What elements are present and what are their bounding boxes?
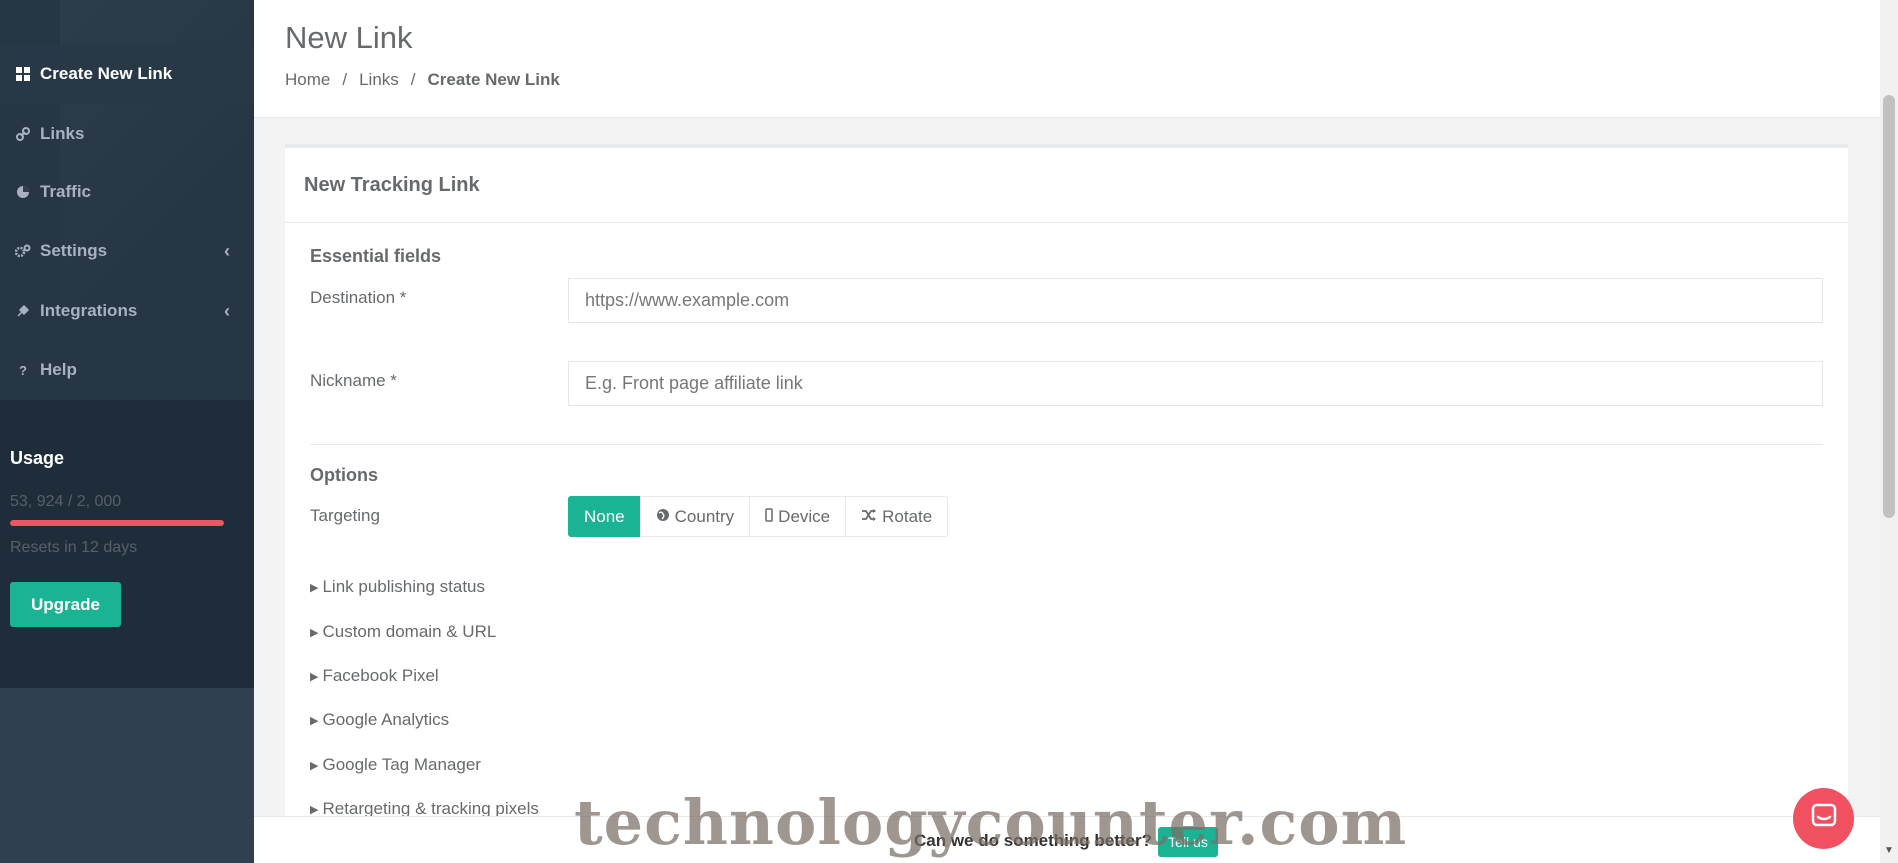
- collapse-google-analytics[interactable]: ▶ Google Analytics: [310, 710, 449, 730]
- collapse-label: Google Tag Manager: [322, 755, 481, 774]
- question-icon: ?: [19, 362, 27, 378]
- breadcrumb-separator: /: [410, 70, 416, 89]
- page-header: New Link Home / Links / Create New Link: [254, 0, 1880, 118]
- usage-count: 53, 924 / 2, 000: [10, 493, 122, 510]
- mobile-phone-icon: [765, 507, 773, 527]
- usage-resets-text: Resets in 12 days: [10, 539, 138, 556]
- collapse-label: Facebook Pixel: [322, 666, 439, 685]
- sidebar-item-integrations[interactable]: Integrations ‹: [0, 282, 254, 340]
- options-heading: Options: [310, 465, 378, 485]
- sidebar-item-label: Create New Link: [40, 64, 173, 83]
- usage-title: Usage: [10, 448, 65, 468]
- destination-label: Destination *: [310, 288, 407, 307]
- link-icon: [12, 127, 34, 141]
- usage-panel: Usage 53, 924 / 2, 000 Resets in 12 days…: [0, 400, 254, 688]
- button-label: None: [584, 506, 625, 526]
- sidebar-item-traffic[interactable]: Traffic: [0, 163, 254, 221]
- collapse-google-tag-manager[interactable]: ▶ Google Tag Manager: [310, 755, 481, 775]
- button-label: Country: [674, 506, 735, 526]
- collapse-label: Link publishing status: [322, 577, 486, 596]
- collapse-facebook-pixel[interactable]: ▶ Facebook Pixel: [310, 666, 439, 686]
- breadcrumb-home-link[interactable]: Home: [285, 70, 330, 90]
- sidebar-item-create-new-link[interactable]: Create New Link: [0, 45, 254, 103]
- main-content: New Link Home / Links / Create New Link …: [254, 0, 1880, 863]
- page-title: New Link: [285, 20, 413, 55]
- sidebar-item-label: Settings: [40, 241, 108, 260]
- pie-chart-icon: [12, 185, 34, 199]
- plug-icon: [12, 304, 34, 318]
- button-label: Rotate: [882, 506, 933, 526]
- usage-progress-fill: [10, 520, 224, 526]
- tracking-link-panel: New Tracking Link Essential fields Desti…: [285, 144, 1848, 863]
- breadcrumb-links-link[interactable]: Links: [359, 70, 399, 90]
- targeting-device-button[interactable]: Device: [749, 496, 847, 537]
- caret-right-icon: ▶: [310, 714, 319, 727]
- section-divider: [310, 444, 1823, 445]
- chevron-left-icon: ‹: [224, 300, 230, 321]
- destination-input[interactable]: https://www.example.com: [568, 278, 1823, 323]
- essential-fields-heading: Essential fields: [310, 246, 442, 266]
- scrollbar-thumb[interactable]: [1883, 95, 1895, 518]
- sidebar-nav: Create New Link Links Traffic Settings ‹: [0, 0, 254, 400]
- breadcrumb-separator: /: [342, 70, 348, 89]
- breadcrumb: Home / Links / Create New Link: [285, 70, 560, 90]
- collapse-label: Google Analytics: [322, 710, 450, 729]
- chevron-left-icon: ‹: [224, 240, 230, 261]
- watermark: technologycounter.com: [574, 786, 1408, 859]
- caret-right-icon: ▶: [310, 581, 319, 594]
- nickname-input[interactable]: E.g. Front page affiliate link: [568, 361, 1823, 406]
- button-label: Device: [778, 506, 831, 526]
- nickname-label: Nickname *: [310, 371, 397, 390]
- caret-right-icon: ▶: [310, 759, 319, 772]
- sidebar-item-label: Help: [40, 360, 77, 379]
- chat-icon: [1810, 802, 1838, 835]
- targeting-none-button[interactable]: None: [568, 496, 641, 537]
- caret-right-icon: ▶: [310, 803, 319, 816]
- scrollbar[interactable]: ▼: [1880, 0, 1898, 863]
- scroll-down-arrow-icon[interactable]: ▼: [1884, 845, 1894, 856]
- sidebar-item-links[interactable]: Links: [0, 105, 254, 163]
- grid-icon: [12, 67, 34, 81]
- targeting-label: Targeting: [310, 506, 380, 525]
- sidebar-item-label: Traffic: [40, 182, 92, 201]
- sidebar: Create New Link Links Traffic Settings ‹: [0, 0, 254, 863]
- sidebar-item-label: Links: [40, 124, 85, 143]
- usage-progress-bar: [10, 520, 224, 526]
- targeting-rotate-button[interactable]: Rotate: [845, 496, 949, 537]
- sidebar-item-label: Integrations: [40, 301, 138, 320]
- collapse-label: Custom domain & URL: [322, 622, 497, 641]
- targeting-country-button[interactable]: Country: [639, 496, 751, 537]
- globe-icon: [656, 507, 670, 527]
- targeting-button-group: None Country Device Rotate: [568, 496, 949, 537]
- breadcrumb-current: Create New Link: [427, 70, 560, 89]
- caret-right-icon: ▶: [310, 670, 319, 683]
- chat-launcher-button[interactable]: [1793, 788, 1854, 849]
- panel-title: New Tracking Link: [285, 148, 1848, 223]
- collapse-link-publishing-status[interactable]: ▶ Link publishing status: [310, 577, 485, 597]
- sidebar-item-help[interactable]: ? Help: [0, 341, 254, 399]
- shuffle-icon: [861, 507, 877, 527]
- gears-icon: [12, 244, 34, 258]
- caret-right-icon: ▶: [310, 626, 319, 639]
- sidebar-item-settings[interactable]: Settings ‹: [0, 222, 254, 280]
- collapse-custom-domain-url[interactable]: ▶ Custom domain & URL: [310, 622, 496, 642]
- upgrade-button[interactable]: Upgrade: [10, 582, 121, 627]
